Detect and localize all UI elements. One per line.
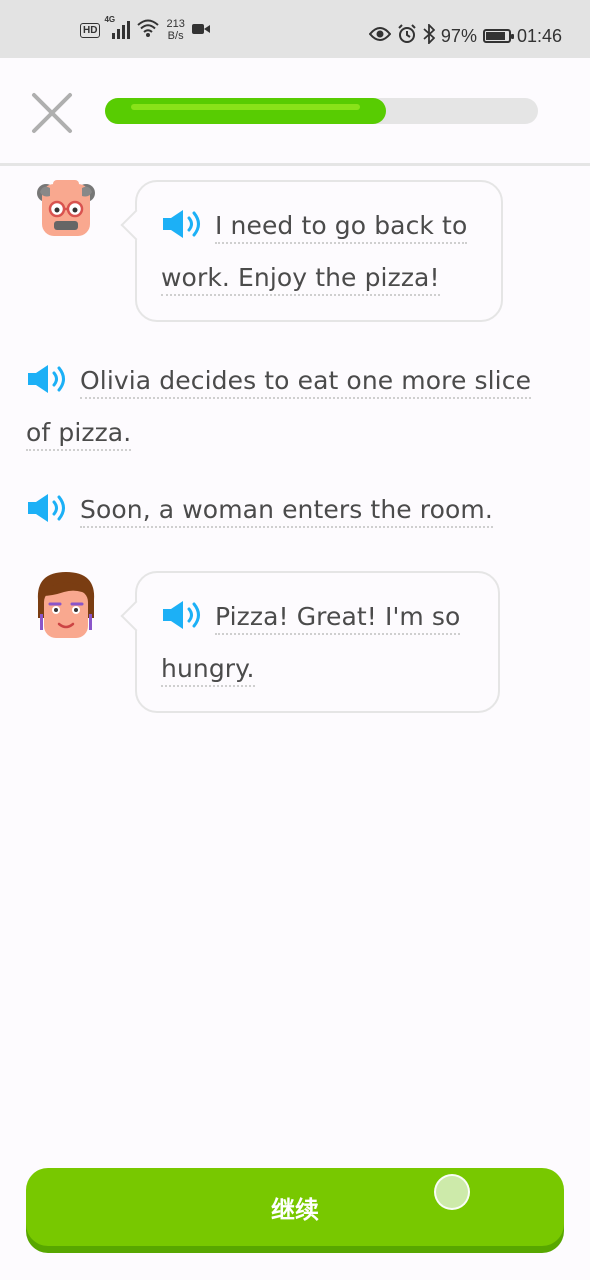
hd-badge: HD	[80, 22, 101, 38]
wifi-icon	[136, 18, 160, 42]
dialogue-line-2[interactable]: work. Enjoy the pizza!	[161, 263, 440, 296]
story-line-text: I need to go back to work. Enjoy the piz…	[161, 200, 483, 304]
battery-percent: 97%	[440, 25, 477, 46]
clock-time: 01:46	[516, 25, 562, 46]
eye-icon	[368, 26, 392, 47]
narration-line-1[interactable]: Olivia decides to eat one more slice	[80, 366, 532, 399]
speaker-icon[interactable]	[26, 360, 70, 393]
speaker-icon[interactable]	[161, 205, 205, 238]
speech-bubble-woman: Pizza! Great! I'm so hungry.	[120, 571, 500, 713]
close-icon	[32, 93, 72, 133]
dialogue-line-1[interactable]: Pizza! Great! I'm so	[215, 602, 461, 635]
speaker-icon[interactable]	[161, 596, 205, 629]
story-line-text: Pizza! Great! I'm so hungry.	[161, 591, 480, 695]
progress-shine	[131, 104, 360, 110]
narration-woman-enters: Soon, a woman enters the room.	[26, 484, 566, 536]
woman-avatar-icon	[34, 570, 98, 638]
speech-bubble-old-man: I need to go back to work. Enjoy the piz…	[120, 180, 503, 322]
progress-bar	[105, 98, 538, 124]
bluetooth-icon	[423, 22, 436, 49]
narration-line[interactable]: Soon, a woman enters the room.	[80, 495, 493, 528]
signal-icon: 4G	[104, 15, 131, 41]
old-man-avatar-icon	[34, 176, 98, 240]
status-left: HD 4G 213 B/s	[80, 15, 211, 42]
status-right: 97% 01:46	[368, 22, 562, 50]
video-icon	[191, 21, 211, 40]
close-button[interactable]	[30, 91, 74, 135]
battery-icon	[482, 29, 514, 43]
bubble-tail	[120, 600, 152, 632]
header-divider	[0, 163, 590, 166]
speed-value: 213	[166, 18, 185, 30]
bubble-tail	[120, 209, 152, 241]
lesson-header	[0, 58, 590, 164]
narration-line-2[interactable]: of pizza.	[26, 418, 132, 451]
continue-button[interactable]: 继续	[26, 1168, 564, 1246]
speaker-icon[interactable]	[26, 489, 70, 522]
touch-indicator	[434, 1174, 470, 1210]
narration-olivia: Olivia decides to eat one more slice of …	[26, 355, 566, 459]
battery-fill	[485, 32, 505, 40]
net-speed: 213 B/s	[166, 18, 184, 42]
dialogue-line-2[interactable]: hungry.	[161, 654, 255, 687]
speed-unit: B/s	[167, 30, 184, 42]
alarm-icon	[397, 23, 417, 49]
dialogue-line-1[interactable]: I need to go back to	[215, 211, 468, 244]
progress-fill	[105, 98, 386, 124]
status-bar: HD 4G 213 B/s 97% 01:46	[0, 0, 590, 58]
network-type-label: 4G	[104, 15, 116, 24]
